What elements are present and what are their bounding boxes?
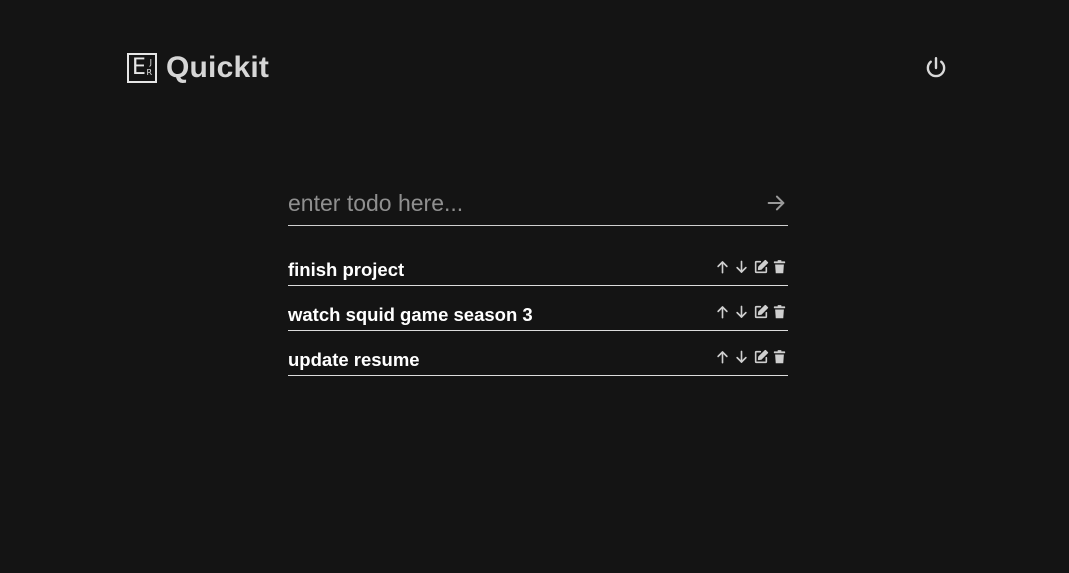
- edit-icon: [754, 259, 768, 274]
- edit-button[interactable]: [752, 348, 769, 366]
- power-icon: [923, 55, 949, 81]
- edit-icon: [754, 304, 768, 319]
- arrow-down-icon: [736, 305, 747, 318]
- todo-item: finish project: [288, 242, 788, 286]
- move-down-button[interactable]: [733, 348, 750, 366]
- move-up-button[interactable]: [714, 348, 731, 366]
- move-down-button[interactable]: [733, 258, 750, 276]
- edit-button[interactable]: [752, 303, 769, 321]
- app-title: Quickit: [166, 51, 270, 84]
- logo-small-top: J: [149, 58, 152, 67]
- todo-actions: [714, 348, 788, 366]
- arrow-right-icon: [765, 192, 787, 214]
- todo-text: update resume: [288, 349, 420, 370]
- add-todo-button[interactable]: [764, 191, 788, 215]
- todo-input[interactable]: [288, 188, 748, 218]
- edit-icon: [754, 349, 768, 364]
- arrow-down-icon: [736, 260, 747, 273]
- move-down-button[interactable]: [733, 303, 750, 321]
- todo-list: finish project watch squid game season 3: [288, 242, 788, 377]
- arrow-up-icon: [717, 306, 728, 319]
- todo-actions: [714, 303, 788, 321]
- move-up-button[interactable]: [714, 258, 731, 276]
- trash-icon: [773, 350, 786, 364]
- logo-small-bottom: R: [146, 68, 152, 77]
- logo-icon: E J R: [127, 53, 157, 83]
- trash-icon: [773, 260, 786, 274]
- brand[interactable]: E J R Quickit: [127, 51, 269, 85]
- todo-text: watch squid game season 3: [288, 304, 533, 325]
- edit-button[interactable]: [752, 258, 769, 276]
- arrow-up-icon: [717, 351, 728, 364]
- todo-form: [288, 180, 788, 226]
- arrow-down-icon: [736, 350, 747, 363]
- app-root: E J R Quickit finish project: [0, 0, 1069, 573]
- todo-item: update resume: [288, 332, 788, 376]
- logo-letter: E: [132, 55, 146, 80]
- arrow-up-icon: [717, 261, 728, 274]
- move-up-button[interactable]: [714, 303, 731, 321]
- delete-button[interactable]: [771, 303, 788, 321]
- logout-button[interactable]: [921, 53, 951, 83]
- todo-text: finish project: [288, 259, 405, 280]
- todo-item: watch squid game season 3: [288, 287, 788, 331]
- trash-icon: [773, 305, 786, 319]
- todo-actions: [714, 258, 788, 276]
- delete-button[interactable]: [771, 348, 788, 366]
- delete-button[interactable]: [771, 258, 788, 276]
